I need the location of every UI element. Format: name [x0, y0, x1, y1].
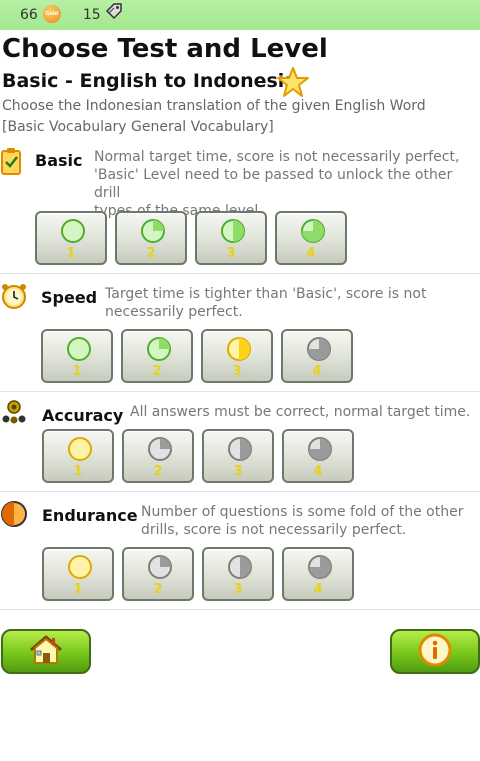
info-icon	[417, 632, 453, 672]
level-number: 3	[232, 364, 242, 379]
section-speed: Speed Target time is tighter than 'Basic…	[0, 274, 480, 392]
info-button[interactable]	[390, 629, 480, 674]
progress-circle-icon	[61, 219, 85, 243]
level-button-1[interactable]: 1	[41, 329, 113, 383]
level-number: 1	[72, 364, 82, 379]
home-icon	[28, 634, 64, 670]
section-title: Basic	[35, 151, 83, 170]
progress-circle-icon	[228, 437, 252, 461]
section-description: Number of questions is some fold of the …	[141, 504, 464, 538]
star-icon[interactable]	[277, 66, 309, 102]
level-button-1[interactable]: 1	[42, 547, 114, 601]
tag-icon	[105, 2, 123, 24]
level-button-3[interactable]: 3	[202, 429, 274, 483]
level-number: 4	[313, 582, 323, 597]
target-people-icon	[0, 398, 28, 430]
level-number: 3	[233, 582, 243, 597]
alarm-clock-icon	[0, 282, 28, 314]
status-bar: 66 Gold 15	[0, 0, 480, 30]
level-button-3[interactable]: 3	[195, 211, 267, 265]
progress-circle-icon	[67, 337, 91, 361]
level-number: 4	[306, 246, 316, 261]
level-button-2[interactable]: 2	[121, 329, 193, 383]
section-description: All answers must be correct, normal targ…	[130, 404, 471, 420]
coin-icon: Gold	[42, 5, 61, 23]
progress-circle-icon	[307, 337, 331, 361]
section-description: Target time is tighter than 'Basic', sco…	[105, 286, 427, 320]
progress-circle-icon	[141, 219, 165, 243]
level-number: 3	[226, 246, 236, 261]
home-button[interactable]	[1, 629, 91, 674]
level-number: 4	[313, 464, 323, 479]
progress-circle-icon	[148, 555, 172, 579]
page-description: Choose the Indonesian translation of the…	[2, 98, 426, 114]
progress-circle-icon	[227, 337, 251, 361]
level-button-3[interactable]: 3	[201, 329, 273, 383]
level-button-4[interactable]: 4	[282, 429, 354, 483]
section-description: Normal target time, score is not necessa…	[94, 149, 460, 219]
section-basic: Basic Normal target time, score is not n…	[0, 142, 480, 274]
progress-circle-icon	[301, 219, 325, 243]
progress-circle-icon	[308, 437, 332, 461]
level-button-4[interactable]: 4	[282, 547, 354, 601]
level-button-1[interactable]: 1	[42, 429, 114, 483]
level-number: 2	[152, 364, 162, 379]
level-number: 1	[73, 582, 83, 597]
level-button-1[interactable]: 1	[35, 211, 107, 265]
clipboard-check-icon	[0, 146, 22, 180]
level-number: 3	[233, 464, 243, 479]
level-number: 2	[146, 246, 156, 261]
coin-count: 66	[20, 7, 38, 23]
progress-circle-icon	[228, 555, 252, 579]
progress-circle-icon	[221, 219, 245, 243]
section-title: Accuracy	[42, 406, 124, 425]
level-number: 4	[312, 364, 322, 379]
section-title: Endurance	[42, 506, 138, 525]
progress-circle-icon	[148, 437, 172, 461]
level-number: 1	[73, 464, 83, 479]
section-accuracy: Accuracy All answers must be correct, no…	[0, 392, 480, 492]
level-button-2[interactable]: 2	[122, 547, 194, 601]
level-number: 2	[153, 464, 163, 479]
level-button-4[interactable]: 4	[281, 329, 353, 383]
page-subtitle: Basic - English to Indonesia	[2, 70, 298, 92]
level-button-2[interactable]: 2	[115, 211, 187, 265]
category-label: [Basic Vocabulary General Vocabulary]	[2, 119, 274, 135]
progress-circle-icon	[68, 555, 92, 579]
tag-count: 15	[82, 7, 101, 23]
progress-circle-icon	[308, 555, 332, 579]
section-endurance: Endurance Number of questions is some fo…	[0, 492, 480, 610]
page-title: Choose Test and Level	[2, 34, 328, 64]
progress-circle-icon	[147, 337, 171, 361]
level-button-4[interactable]: 4	[275, 211, 347, 265]
progress-circle-icon	[68, 437, 92, 461]
half-circle-icon	[0, 500, 28, 532]
section-title: Speed	[41, 288, 98, 307]
level-number: 1	[66, 246, 76, 261]
level-button-2[interactable]: 2	[122, 429, 194, 483]
level-button-3[interactable]: 3	[202, 547, 274, 601]
level-number: 2	[153, 582, 163, 597]
